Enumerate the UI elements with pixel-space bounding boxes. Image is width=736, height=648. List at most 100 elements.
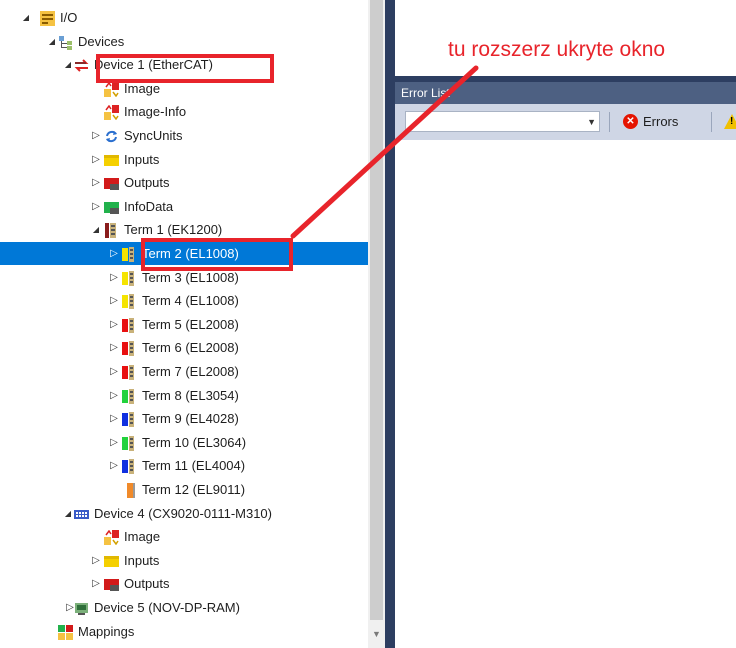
- error-list-body: [395, 140, 736, 648]
- image-icon: [104, 81, 119, 98]
- tree-row-label: Term 5 (EL2008): [142, 316, 239, 332]
- inputs-icon: [104, 152, 119, 167]
- tree-row-label: Outputs: [124, 175, 170, 191]
- coupler-icon: [104, 222, 119, 239]
- expanded-arrow-icon[interactable]: ◢: [62, 502, 74, 525]
- profibus-device-icon: [74, 600, 89, 615]
- errors-label: Errors: [643, 114, 679, 129]
- terminal-red-icon: [122, 364, 137, 380]
- cx-device-icon: [74, 506, 89, 521]
- tree-row[interactable]: ▷ Device 5 (NOV-DP-RAM): [0, 596, 368, 619]
- tree-row[interactable]: ▷ SyncUnits: [0, 124, 368, 147]
- terminal-yellow-icon: [122, 246, 137, 262]
- collapsed-arrow-icon[interactable]: ▷: [108, 431, 120, 454]
- tree-row[interactable]: Image-Info: [0, 100, 368, 123]
- tree-row-label: Image-Info: [124, 104, 187, 120]
- tree-row-label: Outputs: [124, 576, 170, 592]
- outputs-icon: [104, 576, 119, 592]
- dropdown-arrow-icon[interactable]: ▼: [587, 114, 596, 130]
- expanded-arrow-icon[interactable]: ◢: [20, 6, 32, 29]
- tree-row-label: Term 8 (EL3054): [142, 387, 239, 403]
- terminal-blue-icon: [122, 411, 137, 428]
- tree-row[interactable]: ▷ Term 7 (EL2008): [0, 360, 368, 383]
- scrollbar-thumb[interactable]: [370, 0, 383, 620]
- collapsed-arrow-icon[interactable]: ▷: [90, 124, 102, 147]
- dock-splitter[interactable]: [385, 0, 395, 648]
- tree-row-label: Device 5 (NOV-DP-RAM): [94, 600, 240, 615]
- infodata-icon: [104, 199, 119, 214]
- tree-row[interactable]: ◢ Device 4 (CX9020-0111-M310): [0, 502, 368, 525]
- tree-row-label: Term 9 (EL4028): [142, 411, 239, 427]
- expanded-arrow-icon[interactable]: ◢: [46, 30, 58, 53]
- collapsed-arrow-icon[interactable]: ▷: [90, 549, 102, 572]
- tree-row-label: Term 7 (EL2008): [142, 364, 239, 379]
- tree-row[interactable]: ▷ Term 9 (EL4028): [0, 407, 368, 430]
- annotation-text: tu rozszerz ukryte okno: [448, 38, 666, 61]
- tree-row-label: Term 4 (EL1008): [142, 293, 239, 309]
- tree-row[interactable]: ▷ Term 6 (EL2008): [0, 336, 368, 359]
- tree-row-label: I/O: [60, 10, 78, 25]
- ethercat-device-icon: [74, 57, 89, 72]
- tree-row[interactable]: ▷ Term 4 (EL1008): [0, 289, 368, 312]
- collapsed-arrow-icon[interactable]: ▷: [108, 336, 120, 359]
- collapsed-arrow-icon[interactable]: ▷: [108, 360, 120, 383]
- collapsed-arrow-icon[interactable]: ▷: [108, 289, 120, 312]
- mappings-icon: [58, 624, 73, 640]
- solution-tree[interactable]: ◢ I/O ◢ Devices ◢ Device 1 (EtherCAT) Image Ima…: [0, 0, 368, 648]
- toolbar-separator: [711, 112, 712, 132]
- tree-row[interactable]: ▷ Term 5 (EL2008): [0, 313, 368, 336]
- collapsed-arrow-icon[interactable]: ▷: [108, 454, 120, 477]
- tree-row[interactable]: ▷ Term 8 (EL3054): [0, 384, 368, 407]
- collapsed-arrow-icon[interactable]: ▷: [108, 266, 120, 289]
- collapsed-arrow-icon[interactable]: ▷: [90, 171, 102, 194]
- tree-row[interactable]: ▷ Inputs: [0, 549, 368, 572]
- tree-row-label: Inputs: [124, 552, 160, 568]
- tree-row[interactable]: ▷ Inputs: [0, 148, 368, 171]
- terminal-red-icon: [122, 340, 137, 357]
- tree-row[interactable]: Term 12 (EL9011): [0, 478, 368, 501]
- expanded-arrow-icon[interactable]: ◢: [90, 218, 102, 241]
- tree-row-label: InfoData: [124, 198, 174, 214]
- inputs-icon: [104, 553, 119, 568]
- collapsed-arrow-icon[interactable]: ▷: [90, 148, 102, 171]
- tree-row-label: Devices: [78, 33, 125, 49]
- tree-row[interactable]: Image: [0, 525, 368, 548]
- tree-row[interactable]: Mappings: [0, 620, 368, 643]
- warning-icon[interactable]: !: [724, 114, 736, 129]
- tree-row-label: Term 10 (EL3064): [142, 434, 247, 450]
- collapsed-arrow-icon[interactable]: ▷: [108, 242, 120, 265]
- collapsed-arrow-icon[interactable]: ▷: [90, 195, 102, 218]
- collapsed-arrow-icon[interactable]: ▷: [108, 384, 120, 407]
- image-info-icon: [104, 104, 119, 121]
- tree-row-label: Inputs: [124, 151, 160, 167]
- tree-row[interactable]: ▷ Outputs: [0, 171, 368, 194]
- tree-vertical-scrollbar[interactable]: ▼: [368, 0, 385, 648]
- terminal-green-icon: [122, 435, 137, 451]
- collapsed-arrow-icon[interactable]: ▷: [108, 313, 120, 336]
- tree-row[interactable]: ▷ Outputs: [0, 572, 368, 595]
- tree-row[interactable]: ◢ Devices: [0, 30, 368, 53]
- tree-row[interactable]: ▷ InfoData: [0, 195, 368, 218]
- collapsed-arrow-icon[interactable]: ▷: [90, 572, 102, 595]
- scroll-down-arrow-icon[interactable]: ▼: [368, 628, 385, 640]
- syncunits-icon: [104, 128, 119, 143]
- highlight-box-term2: [141, 238, 293, 271]
- terminal-yellow-icon: [122, 293, 137, 310]
- terminal-green-icon: [122, 388, 137, 404]
- error-list-panel: Error List ▼ ✕ Errors !: [395, 82, 736, 648]
- toolbar-separator: [609, 112, 610, 132]
- tree-row[interactable]: ▷ Term 10 (EL3064): [0, 431, 368, 454]
- error-filter-combo[interactable]: ▼: [405, 111, 600, 132]
- collapsed-arrow-icon[interactable]: ▷: [108, 407, 120, 430]
- end-terminal-icon: [122, 482, 137, 498]
- tree-row[interactable]: ◢ I/O: [0, 6, 368, 29]
- error-list-title[interactable]: Error List: [395, 82, 736, 104]
- terminal-blue-icon: [122, 458, 137, 475]
- tree-row[interactable]: ▷ Term 11 (EL4004): [0, 454, 368, 477]
- tree-row-label: Image: [124, 529, 161, 545]
- tree-row-label: SyncUnits: [124, 128, 183, 143]
- tree-row-label: Term 6 (EL2008): [142, 340, 239, 356]
- devices-icon: [58, 34, 73, 50]
- expanded-arrow-icon[interactable]: ◢: [62, 53, 74, 76]
- highlight-box-device1: [96, 54, 274, 83]
